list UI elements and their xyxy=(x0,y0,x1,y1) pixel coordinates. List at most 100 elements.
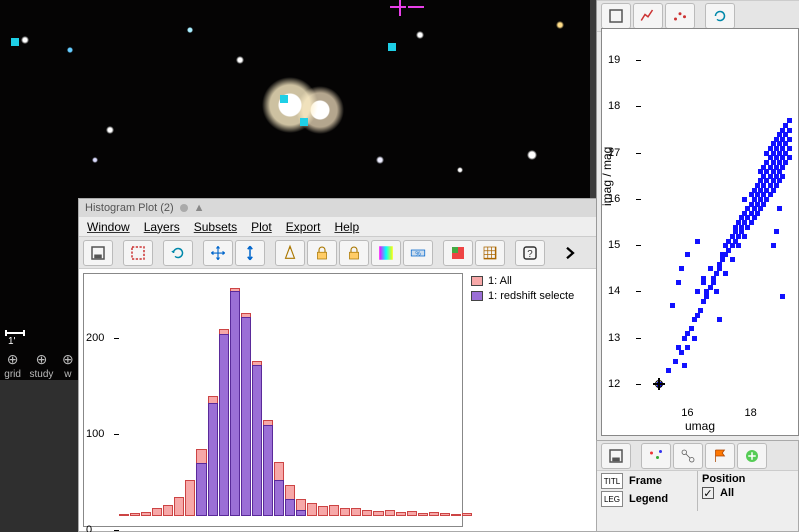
menu-layers[interactable]: Layers xyxy=(144,220,180,234)
sky-tool-wcs[interactable]: ⊕w xyxy=(62,351,74,380)
cursor-cross-v xyxy=(399,0,401,16)
layer-save-button[interactable] xyxy=(601,443,631,469)
menu-plot[interactable]: Plot xyxy=(251,220,272,234)
scatter-plot-area[interactable]: imag / mag umag 19181716151413121618 xyxy=(601,28,799,436)
layer-panel: TITLFrame LEGLegend Position ✓All xyxy=(596,440,799,532)
hist-bar xyxy=(208,403,218,516)
scatter-point xyxy=(717,262,722,267)
titlebar[interactable]: Histogram Plot (2) ▲ xyxy=(79,199,597,217)
sky-tool-study[interactable]: ⊕study xyxy=(30,351,54,380)
vertical-zoom-button[interactable] xyxy=(235,240,265,266)
layer-add-button[interactable] xyxy=(737,443,767,469)
hist-ytick: 100 xyxy=(86,428,104,440)
menu-help[interactable]: Help xyxy=(334,220,359,234)
aux-axis-button[interactable] xyxy=(371,240,401,266)
sketch-button[interactable] xyxy=(443,240,473,266)
scatter-point xyxy=(708,285,713,290)
menu-window[interactable]: Window xyxy=(87,220,130,234)
hist-bar xyxy=(285,499,295,516)
object-marker[interactable] xyxy=(11,38,19,46)
layer-link-button[interactable] xyxy=(673,443,703,469)
scatter-point xyxy=(711,276,716,281)
histogram-plot-area[interactable]: 0100200 xyxy=(83,273,463,527)
more-button[interactable] xyxy=(555,240,585,266)
scatter-ytick: 17 xyxy=(608,147,620,159)
scatter-point xyxy=(777,206,782,211)
scatter-point xyxy=(745,225,750,230)
hist-bar xyxy=(274,480,284,516)
scatter-point xyxy=(787,118,792,123)
layer-row-legend[interactable]: LEGLegend xyxy=(601,491,693,507)
layer-right-position[interactable]: Position xyxy=(702,473,794,485)
scatter-save-button[interactable] xyxy=(601,3,631,29)
object-marker[interactable] xyxy=(388,43,396,51)
scatter-point xyxy=(708,266,713,271)
scatter-point xyxy=(730,257,735,262)
layer-right-all[interactable]: ✓All xyxy=(702,487,794,499)
scatter-crosshair[interactable] xyxy=(653,378,665,390)
hist-bar xyxy=(152,508,162,516)
scatter-ytick: 16 xyxy=(608,193,620,205)
help-button[interactable]: ? xyxy=(515,240,545,266)
hist-bar xyxy=(440,513,450,516)
layer-row-frame[interactable]: TITLFrame xyxy=(601,473,693,489)
grid-button[interactable] xyxy=(475,240,505,266)
scatter-point xyxy=(774,229,779,234)
scatter-point xyxy=(739,225,744,230)
scatter-replot-button[interactable] xyxy=(705,3,735,29)
scatter-point xyxy=(780,165,785,170)
legend-item[interactable]: 1: redshift selecte xyxy=(471,290,593,302)
object-marker[interactable] xyxy=(300,118,308,126)
pan-button[interactable] xyxy=(203,240,233,266)
lock-x-button[interactable] xyxy=(307,240,337,266)
scatter-point xyxy=(780,174,785,179)
scatter-points-button[interactable] xyxy=(665,3,695,29)
hist-bar xyxy=(119,514,129,516)
legend-item[interactable]: 1: All xyxy=(471,275,593,287)
hist-bar xyxy=(451,514,461,516)
hist-bar xyxy=(241,317,251,516)
layer-scatter-button[interactable] xyxy=(641,443,671,469)
scatter-point xyxy=(730,243,735,248)
scatter-point xyxy=(742,234,747,239)
frame-button[interactable] xyxy=(123,240,153,266)
scatter-xlabel: umag xyxy=(685,419,715,433)
svg-text:?: ? xyxy=(527,248,533,259)
window-tri-icon: ▲ xyxy=(194,202,205,214)
histogram-toolbar: % ? xyxy=(79,237,597,269)
scatter-point xyxy=(673,359,678,364)
scatter-point xyxy=(771,188,776,193)
scatter-point xyxy=(714,289,719,294)
save-plot-button[interactable] xyxy=(83,240,113,266)
measure-button[interactable] xyxy=(275,240,305,266)
scatter-point xyxy=(701,280,706,285)
scatter-point xyxy=(774,183,779,188)
scatter-point xyxy=(704,289,709,294)
rescale-button[interactable]: % xyxy=(403,240,433,266)
hist-bar xyxy=(407,511,417,516)
replot-button[interactable] xyxy=(163,240,193,266)
scatter-point xyxy=(780,294,785,299)
scatter-xtick: 18 xyxy=(744,407,756,419)
scatter-point xyxy=(752,215,757,220)
menu-export[interactable]: Export xyxy=(286,220,321,234)
scatter-point xyxy=(761,202,766,207)
hist-bar xyxy=(351,508,361,516)
scatter-line-button[interactable] xyxy=(633,3,663,29)
layer-flag-button[interactable] xyxy=(705,443,735,469)
scatter-point xyxy=(714,271,719,276)
object-marker[interactable] xyxy=(280,95,288,103)
scatter-point xyxy=(783,160,788,165)
hist-bar xyxy=(385,510,395,516)
scatter-point xyxy=(749,220,754,225)
sky-tool-grid[interactable]: ⊕grid xyxy=(4,351,21,380)
scatter-point xyxy=(692,317,697,322)
scatter-point xyxy=(736,234,741,239)
scatter-point xyxy=(764,197,769,202)
hist-bar xyxy=(130,513,140,516)
scatter-point xyxy=(682,336,687,341)
lock-y-button[interactable] xyxy=(339,240,369,266)
menu-subsets[interactable]: Subsets xyxy=(194,220,237,234)
hist-bar xyxy=(185,480,195,516)
window-title: Histogram Plot (2) xyxy=(85,202,174,214)
